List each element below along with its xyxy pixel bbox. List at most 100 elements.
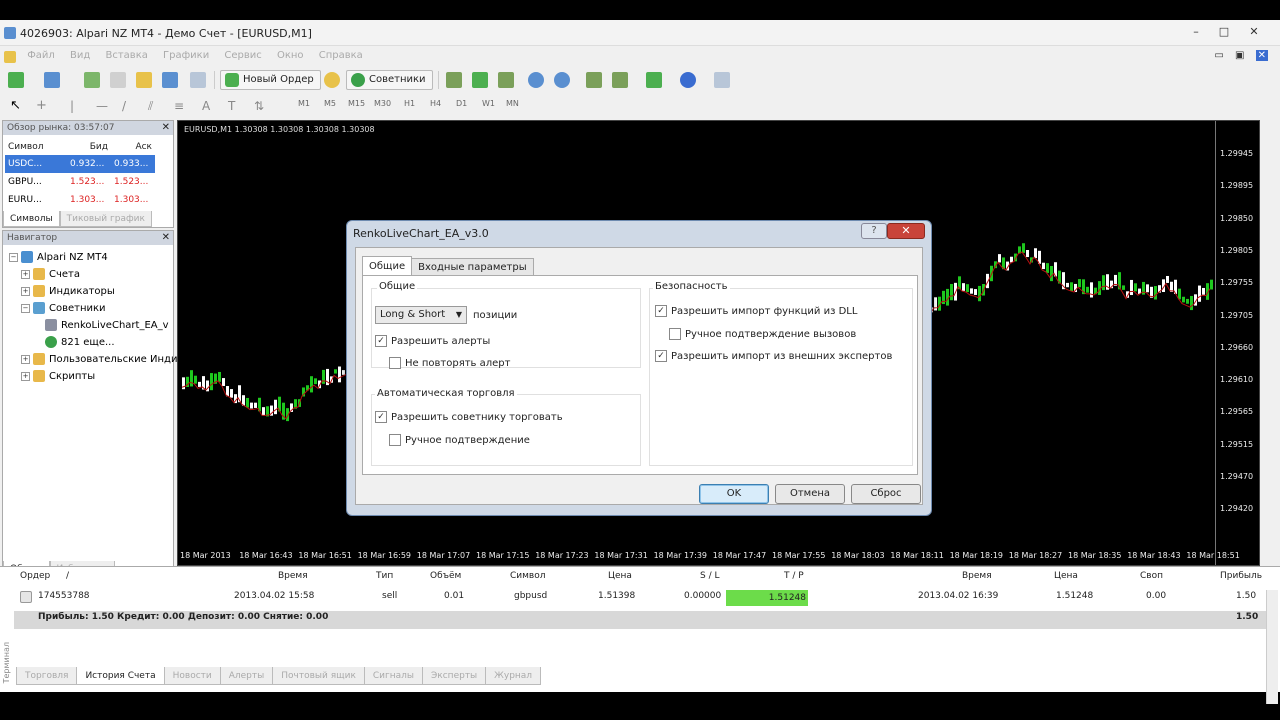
tab-general[interactable]: Общие [362,256,413,276]
cancel-button[interactable]: Отмена [775,484,845,504]
close-icon[interactable]: ✕ [162,121,170,135]
no-repeat-alert-checkbox[interactable]: Не повторять алерт [389,357,510,371]
navigator-icon[interactable] [136,72,152,88]
data-window-icon[interactable] [110,72,126,88]
tree-item-experts[interactable]: − Советники [9,300,177,317]
horizontal-line-icon[interactable]: — [96,98,112,114]
vertical-line-icon[interactable]: | [70,98,86,114]
text-icon[interactable]: A [202,98,218,114]
arrows-icon[interactable]: ⇅ [254,98,270,114]
tree-item-custom-indicators[interactable]: + Пользовательские Инди [9,351,177,368]
cursor-icon[interactable]: ↖ [10,98,26,114]
tree-item-root[interactable]: − Alpari NZ MT4 [9,249,177,266]
col-time[interactable]: Время [278,571,308,581]
manual-confirm-calls-checkbox[interactable]: Ручное подтверждение вызовов [669,328,856,342]
allow-external-checkbox[interactable]: ✓ Разрешить импорт из внешних экспертов [655,350,892,364]
tab-alerts[interactable]: Алерты [219,667,274,685]
terminal-icon[interactable] [162,72,178,88]
help-button[interactable]: ? [861,223,887,239]
label-icon[interactable]: T [228,98,244,114]
positions-select[interactable]: Long & Short ▼ [375,306,467,324]
new-chart-icon[interactable] [8,72,24,88]
trendline-icon[interactable]: / [122,98,138,114]
tree-item-accounts[interactable]: + Счета [9,266,177,283]
mdi-restore-icon[interactable]: ▣ [1235,50,1244,61]
tab-signals[interactable]: Сигналы [363,667,424,685]
market-watch-row[interactable]: EURU... 1.303... 1.303... [5,191,155,209]
ok-button[interactable]: OK [699,484,769,504]
col-type[interactable]: Тип [376,571,393,581]
tab-mailbox[interactable]: Почтовый ящик [272,667,365,685]
periods-icon[interactable] [680,72,696,88]
new-order-button[interactable]: Новый Ордер [220,70,321,90]
tab-experts[interactable]: Эксперты [422,667,487,685]
manual-confirm-checkbox[interactable]: Ручное подтверждение [389,434,530,448]
expand-icon[interactable]: + [21,354,30,364]
channel-icon[interactable]: ⫽ [148,98,164,114]
metaeditor-icon[interactable] [324,72,340,88]
tab-account-history[interactable]: История Счета [76,667,165,685]
tab-trade[interactable]: Торговля [16,667,78,685]
indicators-icon[interactable] [646,72,662,88]
mdi-minimize-icon[interactable]: ▭ [1214,50,1223,61]
market-watch-row[interactable]: USDC... 0.932... 0.933... [5,155,155,173]
col-bid[interactable]: Бид [67,139,111,155]
tf-h4[interactable]: H4 [430,99,441,108]
menu-insert[interactable]: Вставка [99,47,153,61]
tf-m30[interactable]: M30 [374,99,391,108]
tf-mn[interactable]: MN [506,99,519,108]
tree-item-renko-ea[interactable]: RenkoLiveChart_EA_v [9,317,177,334]
menu-window[interactable]: Окно [271,47,310,61]
col-profit[interactable]: Прибыль [1220,571,1262,581]
crosshair-icon[interactable]: + [36,98,52,114]
candlestick-icon[interactable] [472,72,488,88]
col-price[interactable]: Цена [608,571,632,581]
col-ask[interactable]: Аск [111,139,155,155]
col-order[interactable]: Ордер [20,571,50,581]
col-swap[interactable]: Своп [1140,571,1163,581]
tf-m5[interactable]: M5 [324,99,336,108]
expand-icon[interactable]: + [21,269,30,279]
col-symbol[interactable]: Символ [5,139,67,155]
tree-item-more[interactable]: 821 еще... [9,334,177,351]
tree-item-indicators[interactable]: + Индикаторы [9,283,177,300]
reset-button[interactable]: Сброс [851,484,921,504]
market-watch-icon[interactable] [84,72,100,88]
collapse-icon[interactable]: − [21,303,30,313]
tab-tick-chart[interactable]: Тиковый график [59,211,152,227]
tf-h1[interactable]: H1 [404,99,415,108]
tf-d1[interactable]: D1 [456,99,467,108]
menu-charts[interactable]: Графики [157,47,215,61]
expert-advisors-button[interactable]: Советники [346,70,433,90]
maximize-button[interactable]: □ [1214,24,1234,40]
tab-news[interactable]: Новости [163,667,221,685]
menu-view[interactable]: Вид [64,47,96,61]
tab-journal[interactable]: Журнал [485,667,542,685]
col-close-time[interactable]: Время [962,571,992,581]
zoom-in-icon[interactable] [528,72,544,88]
templates-icon[interactable] [714,72,730,88]
line-chart-icon[interactable] [498,72,514,88]
close-button[interactable]: ✕ [1244,24,1264,40]
bar-chart-icon[interactable] [446,72,462,88]
tf-m15[interactable]: M15 [348,99,365,108]
menu-file[interactable]: Файл [21,47,61,61]
fibonacci-icon[interactable]: ≡ [174,98,190,114]
minimize-button[interactable]: – [1186,24,1206,40]
table-row[interactable]: 174553788 2013.04.02 15:58 sell 0.01 gbp… [14,590,1272,609]
menu-tools[interactable]: Сервис [218,47,267,61]
mdi-close-icon[interactable]: ✕ [1255,50,1268,61]
profiles-icon[interactable] [44,72,60,88]
tf-w1[interactable]: W1 [482,99,495,108]
col-close-price[interactable]: Цена [1054,571,1078,581]
tester-icon[interactable] [190,72,206,88]
collapse-icon[interactable]: − [9,252,18,262]
expand-icon[interactable]: + [21,286,30,296]
dialog-close-button[interactable]: ✕ [887,223,925,239]
terminal-scrollbar[interactable] [1266,590,1278,704]
allow-ea-trading-checkbox[interactable]: ✓ Разрешить советнику торговать [375,411,563,425]
expand-icon[interactable]: + [21,371,30,381]
auto-scroll-icon[interactable] [586,72,602,88]
allow-alerts-checkbox[interactable]: ✓ Разрешить алерты [375,335,490,349]
allow-dll-checkbox[interactable]: ✓ Разрешить импорт функций из DLL [655,305,857,319]
